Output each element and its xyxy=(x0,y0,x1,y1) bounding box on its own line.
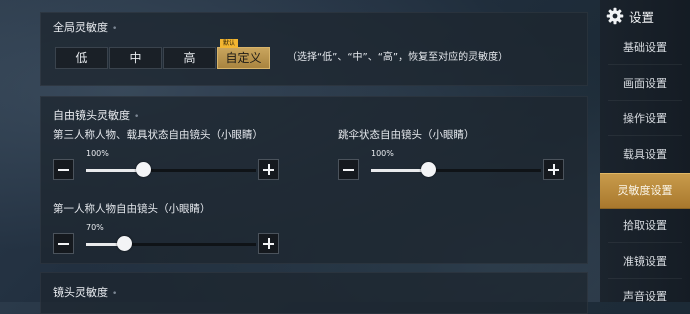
slider-knob[interactable] xyxy=(135,162,151,177)
preset-custom-label: 自定义 xyxy=(225,51,262,65)
setting-label: 跳伞状态自由镜头（小眼睛） xyxy=(338,129,475,141)
sidebar-item-controls[interactable]: 操作设置 xyxy=(600,104,690,134)
free-camera-sensitivity-panel: 自由镜头灵敏度 • 第三人称人物、载具状态自由镜头（小眼睛） 100% 跳伞状态自… xyxy=(40,96,588,264)
nav-divider xyxy=(608,135,682,136)
nav-divider xyxy=(608,242,682,243)
preset-medium-button[interactable]: 中 xyxy=(109,47,162,69)
slider-track[interactable] xyxy=(86,162,256,177)
setting-label: 第一人称人物自由镜头（小眼睛） xyxy=(53,203,211,215)
sidebar-item-audio[interactable]: 声音设置 xyxy=(600,282,690,312)
decrease-button[interactable] xyxy=(53,233,74,254)
nav-divider xyxy=(608,64,682,65)
slider-value: 100% xyxy=(371,149,394,158)
minus-icon xyxy=(58,169,69,171)
sidebar-item-vehicle[interactable]: 载具设置 xyxy=(600,140,690,170)
preset-low-button[interactable]: 低 xyxy=(55,47,108,69)
sidebar-item-pickup[interactable]: 拾取设置 xyxy=(600,211,690,241)
setting-parachute-free-camera: 跳伞状态自由镜头（小眼睛） 100% xyxy=(338,127,564,187)
plus-icon-vertical xyxy=(268,238,270,249)
free-camera-title: 自由镜头灵敏度 • xyxy=(53,107,139,123)
increase-button[interactable] xyxy=(258,159,279,180)
slider-track[interactable] xyxy=(371,162,541,177)
sidebar-item-basic[interactable]: 基础设置 xyxy=(600,33,690,63)
slider-value: 100% xyxy=(86,149,109,158)
preset-hint-text: （选择“低”、“中”、“高”，恢复至对应的灵敏度） xyxy=(287,52,509,63)
increase-button[interactable] xyxy=(543,159,564,180)
sidebar-item-scope[interactable]: 准镜设置 xyxy=(600,247,690,277)
scope-sensitivity-title-text: 镜头灵敏度 xyxy=(53,286,108,299)
nav-divider xyxy=(608,100,682,101)
slider-control: 100% xyxy=(338,149,564,181)
slider-control: 70% xyxy=(53,223,279,255)
sidebar-item-sensitivity[interactable]: 灵敏度设置 xyxy=(600,173,690,209)
settings-sidebar: 设置 基础设置 画面设置 操作设置 载具设置 灵敏度设置 拾取设置 准镜设置 声… xyxy=(600,0,690,303)
increase-button[interactable] xyxy=(258,233,279,254)
plus-icon-vertical xyxy=(268,164,270,175)
setting-label: 第三人称人物、载具状态自由镜头（小眼睛） xyxy=(53,129,263,141)
free-camera-title-text: 自由镜头灵敏度 xyxy=(53,109,130,122)
sidebar-item-graphics[interactable]: 画面设置 xyxy=(600,69,690,99)
slider-value: 70% xyxy=(86,223,104,232)
title-dot: • xyxy=(112,289,118,299)
default-badge: 默认 xyxy=(220,39,239,48)
setting-first-person-free-camera: 第一人称人物自由镜头（小眼睛） 70% xyxy=(53,201,279,261)
scope-sensitivity-panel: 镜头灵敏度 • xyxy=(40,272,588,314)
slider-knob[interactable] xyxy=(420,162,436,177)
settings-header-label: 设置 xyxy=(629,9,655,25)
slider-knob[interactable] xyxy=(117,236,133,251)
preset-high-button[interactable]: 高 xyxy=(163,47,216,69)
slider-control: 100% xyxy=(53,149,279,181)
preset-custom-button[interactable]: 默认 自定义 xyxy=(217,39,270,69)
title-dot: • xyxy=(134,112,140,122)
sensitivity-preset-group: 低 中 高 默认 自定义 xyxy=(55,39,271,69)
global-sensitivity-title-text: 全局灵敏度 xyxy=(53,21,108,34)
setting-third-person-free-camera: 第三人称人物、载具状态自由镜头（小眼睛） 100% xyxy=(53,127,279,187)
global-sensitivity-panel: 全局灵敏度 • 低 中 高 默认 自定义 （选择“低”、“中”、“高”，恢复至对应… xyxy=(40,12,588,86)
minus-icon xyxy=(58,243,69,245)
nav-divider xyxy=(608,278,682,279)
decrease-button[interactable] xyxy=(338,159,359,180)
settings-header: 设置 xyxy=(606,5,654,27)
plus-icon-vertical xyxy=(553,164,555,175)
global-sensitivity-title: 全局灵敏度 • xyxy=(53,19,117,35)
scope-sensitivity-title: 镜头灵敏度 • xyxy=(53,284,117,300)
minus-icon xyxy=(343,169,354,171)
slider-track[interactable] xyxy=(86,236,256,251)
gear-icon xyxy=(606,7,624,25)
decrease-button[interactable] xyxy=(53,159,74,180)
title-dot: • xyxy=(112,24,118,34)
